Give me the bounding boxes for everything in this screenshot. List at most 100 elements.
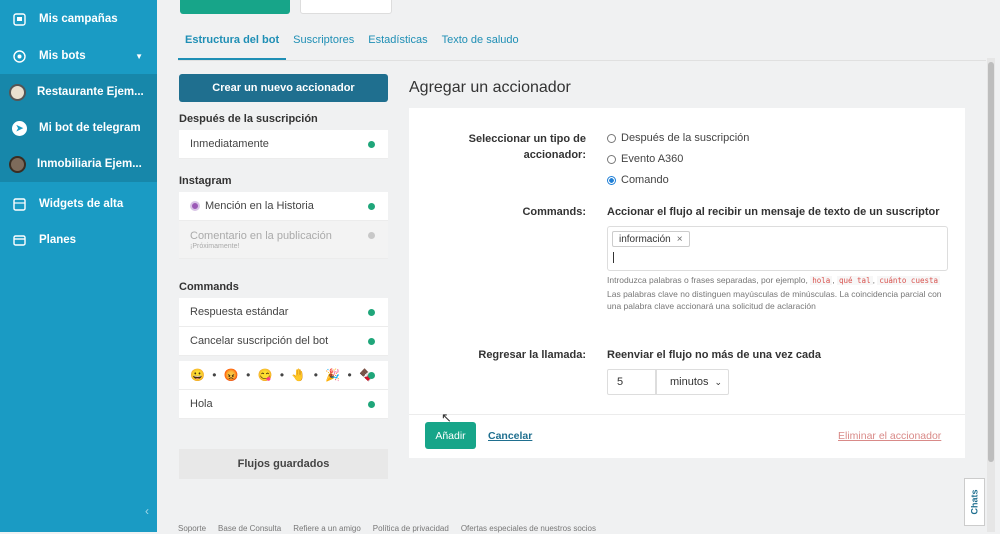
interval-number-input[interactable]: 5 — [607, 369, 656, 395]
sidebar-item-campaigns[interactable]: Mis campañas — [0, 0, 157, 38]
keyword-chip: información × — [612, 231, 690, 247]
status-dot — [368, 232, 375, 239]
saved-flows-button[interactable]: Flujos guardados — [179, 449, 388, 479]
sidebar-item-plans[interactable]: Planes — [0, 222, 157, 258]
option-label: Evento A360 — [621, 153, 684, 165]
sidebar: Mis campañas Mis bots ▼ Restaurante Ejem… — [0, 0, 157, 532]
keyword-chip-label: información — [619, 233, 671, 245]
sidebar-item-bots[interactable]: Mis bots ▼ — [0, 38, 157, 74]
tabs-divider — [178, 60, 986, 61]
bot-icon — [12, 49, 27, 64]
mouse-cursor-icon: ↖ — [441, 410, 452, 425]
commands-description: Accionar el flujo al recibir un mensaje … — [607, 206, 940, 218]
plans-icon — [12, 233, 27, 248]
trigger-label: Inmediatamente — [190, 138, 269, 150]
footer-link[interactable]: Base de Consulta — [218, 524, 281, 534]
trigger-immediately[interactable]: Inmediatamente — [179, 130, 388, 159]
keywords-help: Introduzca palabras o frases separadas, … — [607, 275, 942, 311]
bot-tabs: Estructura del bot Suscriptores Estadíst… — [178, 30, 526, 60]
example-keyword: hola — [810, 276, 833, 285]
example-keyword: qué tal — [836, 276, 873, 285]
bot-avatar-icon — [9, 155, 26, 173]
sidebar-item-restaurante[interactable]: Restaurante Ejem... — [0, 74, 157, 110]
sidebar-item-label: Mi bot de telegram — [39, 122, 141, 134]
status-dot — [368, 401, 375, 408]
commands-label: Commands: — [522, 206, 586, 218]
status-dot — [368, 141, 375, 148]
option-event-a360[interactable]: Evento A360 — [607, 153, 683, 165]
chats-label: Chats — [969, 489, 980, 515]
help-text: Introduzca palabras o frases separadas, … — [607, 275, 808, 285]
sidebar-item-label: Inmobiliaria Ejem... — [37, 158, 142, 170]
coming-soon-label: ¡Próximamente! — [190, 242, 240, 250]
add-button[interactable]: Añadir — [425, 422, 476, 449]
option-command[interactable]: Comando — [607, 174, 669, 186]
collapse-icon[interactable]: ‹ — [145, 504, 149, 518]
scrollbar-thumb[interactable] — [988, 62, 994, 462]
tab-greeting-text[interactable]: Texto de saludo — [435, 30, 526, 60]
widgets-icon — [12, 197, 27, 212]
section-title: Instagram — [179, 175, 232, 187]
text-cursor — [613, 252, 614, 263]
trigger-hola[interactable]: Hola — [179, 390, 388, 419]
trigger-unsubscribe[interactable]: Cancelar suscripción del bot — [179, 327, 388, 356]
chat-bot-button[interactable] — [300, 0, 392, 14]
footer-link[interactable]: Ofertas especiales de nuestros socios — [461, 524, 596, 534]
footer-links: Soporte Base de Consulta Refiere a un am… — [178, 524, 938, 534]
tab-bot-structure[interactable]: Estructura del bot — [178, 30, 287, 60]
sidebar-item-widgets[interactable]: Widgets de alta — [0, 186, 157, 222]
radio-selected-icon — [607, 175, 616, 185]
scrollbar[interactable] — [987, 58, 995, 532]
trigger-emoji-command[interactable]: 😀 • 😡 • 😋 • 🤚 • 🎉 • 🍫 — [179, 361, 388, 390]
interval-unit-value: minutos — [670, 376, 709, 388]
new-campaign-button[interactable] — [180, 0, 290, 14]
top-toolbar — [157, 0, 1000, 18]
example-keyword: cuánto cuesta — [877, 276, 941, 285]
callback-description: Reenviar el flujo no más de una vez cada — [607, 349, 821, 361]
remove-keyword-icon[interactable]: × — [677, 234, 683, 245]
chats-tab[interactable]: Chats — [964, 478, 985, 526]
section-title: Después de la suscripción — [179, 113, 318, 125]
instagram-icon — [190, 201, 200, 211]
bot-avatar-icon — [9, 83, 26, 101]
page-title: Agregar un accionador — [409, 79, 571, 96]
footer-link[interactable]: Refiere a un amigo — [293, 524, 361, 534]
trigger-label: Cancelar suscripción del bot — [190, 335, 329, 347]
radio-icon — [607, 154, 616, 164]
status-dot — [368, 372, 375, 379]
trigger-type-label: Seleccionar un tipo de accionador: — [468, 133, 586, 161]
tab-subscribers[interactable]: Suscriptores — [286, 30, 361, 60]
interval-unit-select[interactable]: minutos ⌄ — [656, 369, 729, 395]
option-label: Comando — [621, 174, 669, 186]
section-title: Commands — [179, 281, 239, 293]
trigger-label: Mención en la Historia — [205, 200, 314, 212]
chevron-down-icon[interactable]: ▼ — [135, 52, 143, 61]
footer-link[interactable]: Política de privacidad — [373, 524, 449, 534]
tab-statistics[interactable]: Estadísticas — [361, 30, 434, 60]
trigger-default-reply[interactable]: Respuesta estándar — [179, 298, 388, 327]
sidebar-item-inmobiliaria[interactable]: Inmobiliaria Ejem... — [0, 146, 157, 182]
create-trigger-button[interactable]: Crear un nuevo accionador — [179, 74, 388, 102]
status-dot — [368, 309, 375, 316]
footer-link[interactable]: Soporte — [178, 524, 206, 534]
sidebar-item-label: Restaurante Ejem... — [37, 86, 144, 98]
sidebar-item-label: Widgets de alta — [39, 198, 124, 210]
option-after-subscription[interactable]: Después de la suscripción — [607, 132, 749, 144]
status-dot — [368, 338, 375, 345]
trigger-story-mention[interactable]: Mención en la Historia — [179, 192, 388, 221]
trigger-post-comment: Comentario en la publicación ¡Próximamen… — [179, 221, 388, 259]
sidebar-item-label: Planes — [39, 234, 77, 246]
callback-label: Regresar la llamada: — [478, 349, 586, 361]
delete-trigger-link[interactable]: Eliminar el accionador — [838, 430, 941, 442]
option-label: Después de la suscripción — [621, 132, 750, 144]
trigger-label: Respuesta estándar — [190, 306, 289, 318]
trigger-label: Comentario en la publicación — [190, 229, 332, 242]
sidebar-item-telegram-bot[interactable]: ➤ Mi bot de telegram — [0, 110, 157, 146]
sidebar-item-label: Mis bots — [39, 50, 86, 62]
status-dot — [368, 203, 375, 210]
keywords-input[interactable]: información × — [607, 226, 948, 271]
telegram-icon: ➤ — [12, 120, 27, 136]
cancel-link[interactable]: Cancelar — [488, 430, 532, 442]
sidebar-item-label: Mis campañas — [39, 13, 118, 25]
radio-icon — [607, 133, 616, 143]
